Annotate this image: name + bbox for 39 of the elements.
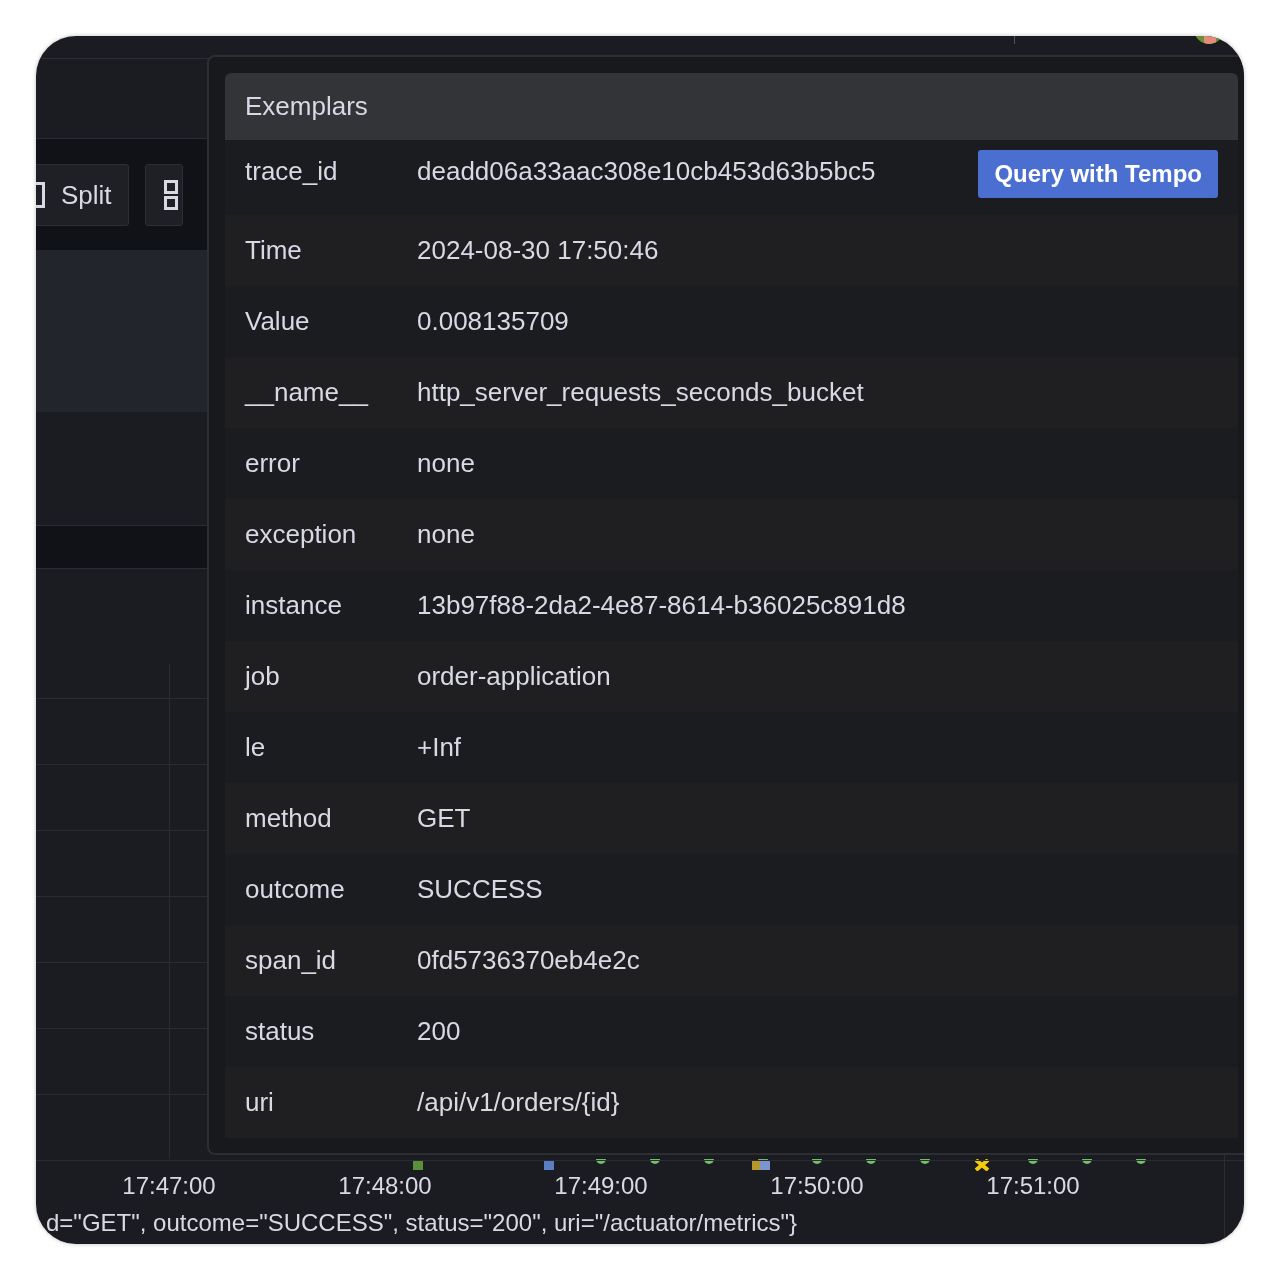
label-key: uri xyxy=(245,1087,417,1118)
axis-label: 17:49:00 xyxy=(554,1172,648,1199)
label-key: status xyxy=(245,1016,417,1047)
label-value: deadd06a33aac308e10cb453d63b5bc5 xyxy=(417,156,876,187)
label-key: Time xyxy=(245,235,417,266)
label-key: __name__ xyxy=(245,377,417,408)
label-value: /api/v1/orders/{id} xyxy=(417,1087,620,1118)
layout-button[interactable] xyxy=(144,164,183,226)
label-key: trace_id xyxy=(245,156,417,187)
axis-label: 17:48:00 xyxy=(338,1172,432,1199)
label-value: none xyxy=(417,519,475,550)
label-value: 0fd5736370eb4e2c xyxy=(417,945,640,976)
label-value: http_server_requests_seconds_bucket xyxy=(417,377,864,408)
label-key: outcome xyxy=(245,874,417,905)
label-key: instance xyxy=(245,590,417,621)
axis-label: 17:50:00 xyxy=(770,1172,864,1199)
tooltip-title: Exemplars xyxy=(225,73,1238,140)
label-value: 2024-08-30 17:50:46 xyxy=(417,235,659,266)
label-key: le xyxy=(245,732,417,763)
axis-label: 17:47:00 xyxy=(122,1172,216,1199)
label-value: 13b97f88-2da2-4e87-8614-b36025c891d8 xyxy=(417,590,906,621)
axis-label: 17:51:00 xyxy=(986,1172,1080,1199)
label-key: method xyxy=(245,803,417,834)
label-value: none xyxy=(417,448,475,479)
label-key: error xyxy=(245,448,417,479)
label-key: Value xyxy=(245,306,417,337)
layout-icon xyxy=(163,180,178,210)
label-key: job xyxy=(245,661,417,692)
label-value: order-application xyxy=(417,661,611,692)
legend-text: d="GET", outcome="SUCCESS", status="200", uri="/actuator/metrics"} xyxy=(45,1208,799,1238)
label-value: 200 xyxy=(417,1016,461,1047)
query-button[interactable]: Query with Tempo xyxy=(978,150,1218,198)
label-key: exception xyxy=(245,519,417,550)
label-value: +Inf xyxy=(417,732,462,763)
label-value: 0.008135709 xyxy=(417,306,569,337)
label-value: SUCCESS xyxy=(417,874,543,905)
label-value: GET xyxy=(417,803,471,834)
label-key: span_id xyxy=(245,945,417,976)
split-button[interactable]: Split xyxy=(36,164,129,226)
